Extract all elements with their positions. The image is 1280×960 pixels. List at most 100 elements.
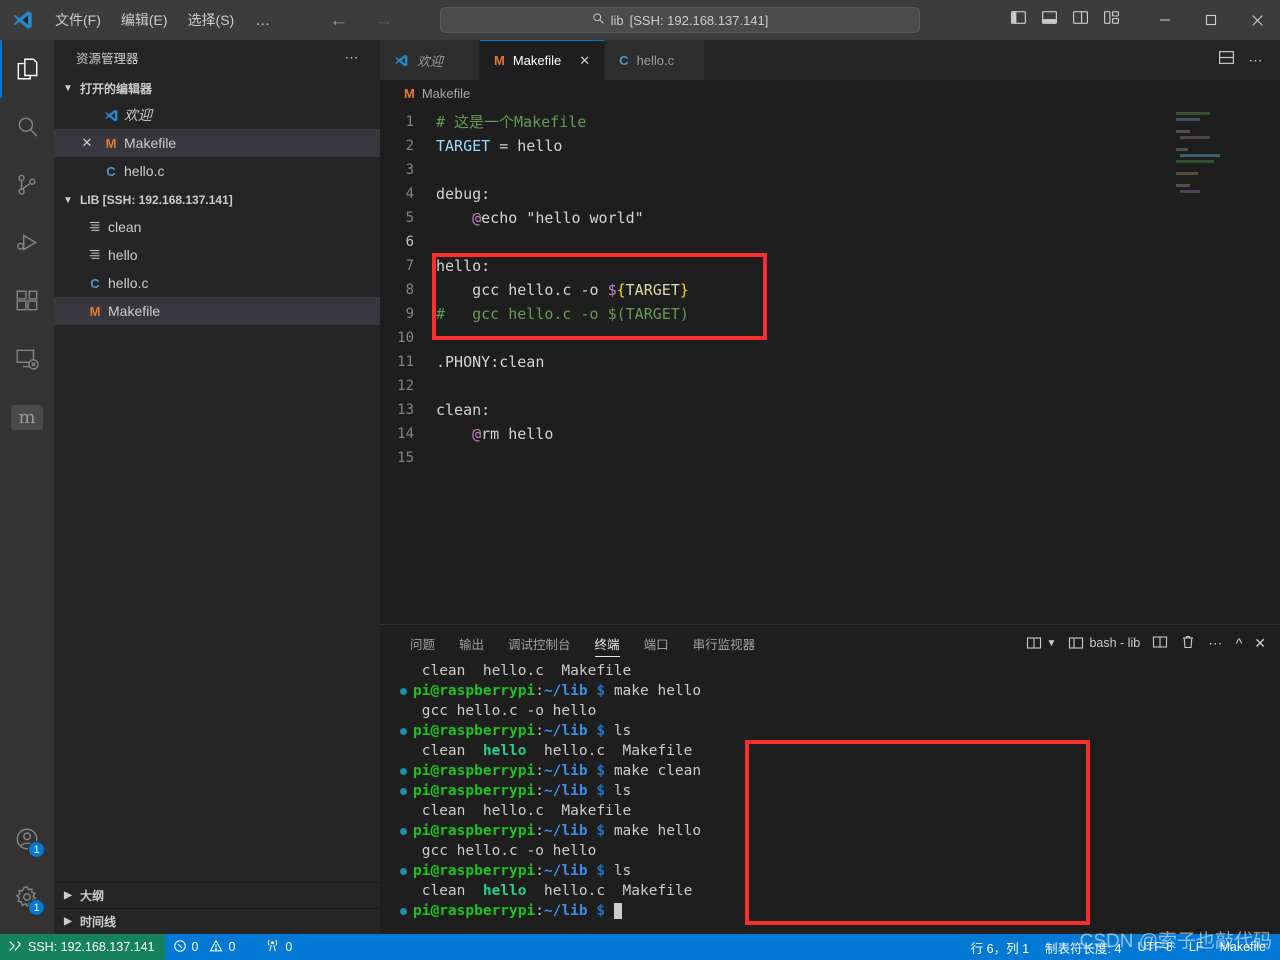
tab-ports[interactable]: 端口 (632, 625, 681, 661)
code-line: 6 (380, 230, 1280, 254)
activitybar-item-manage[interactable]: 1 (0, 868, 54, 926)
status-language-mode[interactable]: Makefile (1211, 934, 1274, 960)
file-row-clean[interactable]: clean (54, 213, 380, 241)
file-row-makefile[interactable]: M Makefile (54, 297, 380, 325)
file-label: hello (108, 247, 138, 263)
minimize-icon[interactable] (1142, 0, 1188, 40)
section-timeline[interactable]: ▶ 时间线 (54, 908, 380, 934)
tab-label: Makefile (512, 53, 562, 68)
command-decoration-icon (400, 687, 407, 695)
activitybar-item-search[interactable] (0, 98, 54, 156)
customize-layout-icon[interactable] (1103, 9, 1120, 31)
scrollbar-vertical[interactable] (1266, 106, 1280, 624)
activitybar-item-extensions[interactable] (0, 272, 54, 330)
open-editor-makefile[interactable]: ✕ M Makefile (54, 129, 380, 157)
activitybar-item-accounts[interactable]: 1 (0, 810, 54, 868)
file-label: Makefile (108, 303, 161, 319)
code-line-text: .PHONY:clean (436, 353, 545, 371)
tab-label: hello.c (636, 52, 675, 68)
code-line: 1 # 这是一个Makefile (380, 110, 1280, 134)
tab-welcome[interactable]: 欢迎 (380, 40, 480, 80)
menu-edit[interactable]: 编辑(E) (112, 6, 177, 34)
tab-serial-monitor[interactable]: 串行监视器 (681, 625, 768, 661)
toggle-panel-icon[interactable] (1041, 9, 1058, 31)
tab-output[interactable]: 输出 (447, 625, 496, 661)
line-number: 14 (397, 426, 414, 442)
terminal-name[interactable]: bash - lib (1068, 635, 1140, 651)
quick-input-bar[interactable]: lib [SSH: 192.168.137.141] (440, 7, 920, 33)
activitybar-item-platformio[interactable]: m (0, 388, 54, 446)
more-actions-icon[interactable]: ⋯ (1208, 635, 1224, 652)
status-cursor-position[interactable]: 行 6，列 1 (963, 934, 1037, 960)
terminal-line: pi@raspberrypi: ~/lib $ make hello (400, 681, 1280, 701)
tab-close-icon[interactable]: ✕ (579, 53, 590, 69)
section-open-editors[interactable]: ▼ 打开的编辑器 (54, 75, 380, 101)
activitybar-item-source-control[interactable] (0, 156, 54, 214)
terminal-line: gcc hello.c -o hello (413, 843, 597, 859)
file-row-helloc[interactable]: C hello.c (54, 269, 380, 297)
status-problems[interactable]: 0 0 (165, 934, 244, 960)
tab-terminal[interactable]: 终端 (583, 625, 632, 661)
code-line-text: clean: (436, 401, 491, 419)
status-encoding[interactable]: UTF-8 (1129, 934, 1180, 960)
c-file-icon: C (90, 275, 100, 291)
code-line-text: @rm hello (472, 425, 554, 443)
tab-makefile[interactable]: M Makefile ✕ (480, 40, 606, 80)
toggle-secondary-sidebar-icon[interactable] (1072, 9, 1089, 31)
makefile-icon: M (89, 303, 101, 319)
menu-file[interactable]: 文件(F) (46, 6, 110, 34)
code-line: 7 hello: (380, 254, 1280, 278)
section-workspace[interactable]: ▼ LIB [SSH: 192.168.137.141] (54, 187, 380, 213)
close-icon[interactable]: ✕ (76, 135, 98, 151)
status-tab-size[interactable]: 制表符长度: 4 (1037, 934, 1129, 960)
open-editor-welcome[interactable]: 欢迎 (54, 101, 380, 129)
arrow-left-icon[interactable]: ← (329, 11, 348, 30)
activitybar-item-remote-explorer[interactable] (0, 330, 54, 388)
line-number: 9 (405, 306, 414, 322)
makefile-icon: M (105, 135, 117, 151)
warning-count: 0 (228, 940, 236, 954)
tab-helloc[interactable]: C hello.c (605, 40, 706, 80)
activitybar-item-run-debug[interactable] (0, 214, 54, 272)
status-ports[interactable]: 0 (257, 934, 300, 960)
terminal-content[interactable]: clean hello.c Makefile pi@raspberrypi: ~/l… (380, 661, 1280, 934)
line-number: 11 (397, 354, 414, 370)
search-icon (592, 12, 605, 28)
command-decoration-icon (400, 727, 407, 735)
menu-more[interactable]: … (245, 8, 281, 33)
status-remote-ssh[interactable]: SSH: 192.168.137.141 (0, 934, 165, 960)
maximize-icon[interactable] (1188, 0, 1234, 40)
more-actions-icon[interactable]: ⋯ (345, 49, 361, 66)
close-icon[interactable]: ✕ (1254, 635, 1266, 652)
command-decoration-icon (400, 787, 407, 795)
code-editor[interactable]: 1 # 这是一个Makefile 2 TARGET = hello 3 4 debug: 5 … (380, 106, 1280, 624)
split-terminal-dropdown-icon[interactable]: ▼ (1026, 635, 1056, 651)
terminal-line: clean hello.c Makefile (413, 663, 632, 679)
status-eol[interactable]: LF (1181, 934, 1212, 960)
file-row-hello[interactable]: hello (54, 241, 380, 269)
close-icon[interactable] (1234, 0, 1280, 40)
code-line: 11 .PHONY:clean (380, 350, 1280, 374)
split-editor-down-icon[interactable] (1218, 49, 1235, 71)
more-actions-icon[interactable]: ⋯ (1249, 52, 1265, 69)
makefile-icon: M (494, 53, 505, 68)
tab-problems[interactable]: 问题 (398, 625, 447, 661)
panel-tabs: 问题 输出 调试控制台 终端 端口 串行监视器 ▼ bash - lib ⋯ ^… (380, 625, 1280, 661)
section-outline[interactable]: ▶ 大纲 (54, 882, 380, 908)
arrow-right-icon[interactable]: → (374, 11, 393, 30)
open-editor-helloc[interactable]: C hello.c (54, 157, 380, 185)
chevron-up-icon[interactable]: ^ (1236, 635, 1243, 651)
breadcrumb[interactable]: M Makefile (380, 80, 1280, 106)
menu-selection[interactable]: 选择(S) (179, 6, 244, 34)
minimap[interactable] (1176, 112, 1222, 232)
vscode-logo-icon (394, 52, 409, 68)
workbench-body: m 1 1 资源管理器 ⋯ ▼ 打开的编辑器 欢迎 ✕ M Makefile C… (0, 40, 1280, 934)
tab-debug-console[interactable]: 调试控制台 (496, 625, 583, 661)
navigation-arrows: ← → (329, 11, 393, 30)
activitybar-item-explorer[interactable] (0, 40, 54, 98)
status-right-group: 行 6，列 1 制表符长度: 4 UTF-8 LF Makefile (963, 934, 1280, 960)
split-terminal-icon[interactable] (1152, 634, 1168, 653)
trash-icon[interactable] (1180, 634, 1196, 653)
toggle-primary-sidebar-icon[interactable] (1010, 9, 1027, 31)
